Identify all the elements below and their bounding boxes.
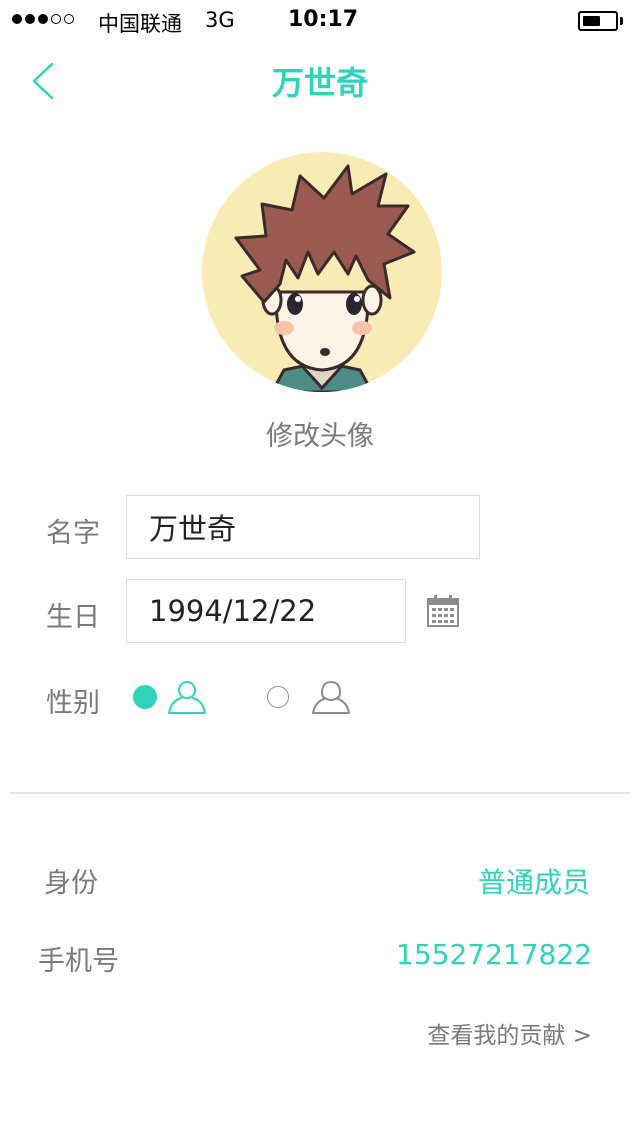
avatar[interactable] [202, 152, 442, 392]
identity-value: 普通成员 [477, 866, 590, 899]
calendar-icon[interactable] [426, 594, 460, 628]
name-label: 名字 [46, 518, 100, 549]
birthday-value: 1994/12/22 [149, 594, 317, 628]
battery-icon [578, 11, 618, 31]
phone-value: 15527217822 [396, 938, 592, 971]
status-bar: 中国联通 3G 10:17 [0, 0, 640, 44]
change-avatar-link[interactable]: 修改头像 [0, 414, 640, 453]
signal-dot [51, 14, 61, 24]
female-person-icon[interactable] [311, 679, 351, 715]
name-input[interactable]: 万世奇 [126, 495, 480, 559]
gender-label: 性别 [46, 688, 100, 719]
signal-dot [64, 14, 74, 24]
name-value: 万世奇 [149, 512, 237, 546]
signal-dot [25, 14, 35, 24]
carrier-name: 中国联通 [98, 12, 182, 36]
signal-dot [12, 14, 22, 24]
section-divider [10, 792, 630, 794]
phone-label: 手机号 [38, 946, 119, 977]
gender-female-radio[interactable] [267, 686, 289, 708]
view-contribution-link[interactable]: 查看我的贡献 > [427, 1016, 592, 1050]
signal-dot [38, 14, 48, 24]
birthday-input[interactable]: 1994/12/22 [126, 579, 406, 643]
network-type: 3G [205, 8, 235, 32]
identity-label: 身份 [44, 868, 98, 899]
birthday-label: 生日 [46, 602, 100, 633]
status-time: 10:17 [288, 7, 359, 32]
signal-strength-icon [12, 14, 74, 24]
male-person-icon[interactable] [167, 679, 207, 715]
calendar-icon-graphic [427, 595, 459, 627]
avatar-image [202, 152, 442, 392]
page-title: 万世奇 [271, 64, 368, 102]
battery-level [583, 16, 600, 26]
battery-cap [620, 17, 623, 25]
gender-male-radio[interactable] [133, 685, 157, 709]
